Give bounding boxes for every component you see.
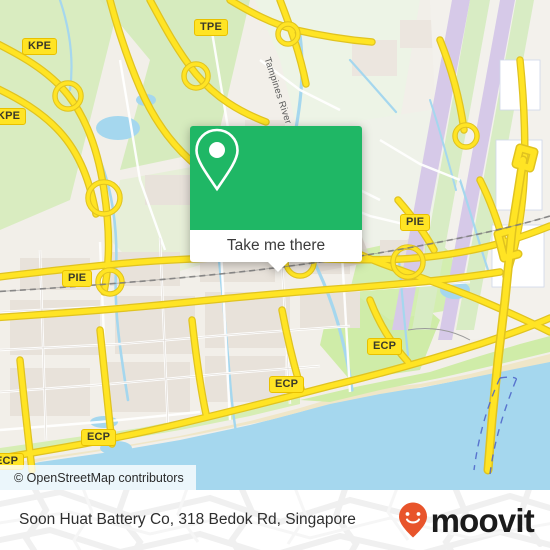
callout-marker-panel <box>190 126 362 230</box>
map-attribution-text: © OpenStreetMap contributors <box>14 470 184 485</box>
map-pin-icon <box>195 128 239 192</box>
map-canvas[interactable]: KPE KPE TPE PIE PIE ECP ECP ECP ECP Tamp… <box>0 0 550 490</box>
moovit-wordmark: moovit <box>430 501 535 539</box>
moovit-smiley-pin-icon <box>398 502 427 538</box>
callout-pointer <box>268 262 288 272</box>
map-shield-pie-2: PIE <box>400 214 431 231</box>
map-shield-ecp-3: ECP <box>81 429 117 446</box>
map-shield-pie-1: PIE <box>62 270 93 287</box>
map-shield-kpe-2: KPE <box>0 108 27 125</box>
take-me-there-button[interactable]: Take me there <box>190 230 362 262</box>
place-name-text: Soon Huat Battery Co, 318 Bedok Rd, Sing… <box>19 511 356 528</box>
map-shield-ecp-1: ECP <box>367 338 403 355</box>
map-shield-tpe: TPE <box>194 19 228 36</box>
map-screenshot: KPE KPE TPE PIE PIE ECP ECP ECP ECP Tamp… <box>0 0 550 550</box>
footer-bar: Soon Huat Battery Co, 318 Bedok Rd, Sing… <box>0 490 550 550</box>
take-me-there-label: Take me there <box>226 237 326 254</box>
map-shield-kpe-1: KPE <box>22 38 58 55</box>
moovit-logo: moovit <box>397 490 535 550</box>
map-shield-ecp-2: ECP <box>269 376 305 393</box>
location-callout-card[interactable]: Take me there <box>190 126 362 272</box>
map-attribution: © OpenStreetMap contributors <box>0 465 196 490</box>
